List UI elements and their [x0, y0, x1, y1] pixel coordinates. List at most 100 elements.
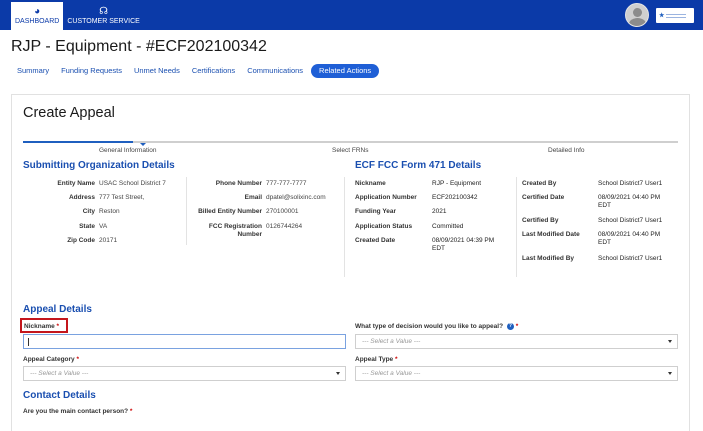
step-general-information: General Information	[99, 147, 157, 154]
appeal-type-select[interactable]: --- Select a Value ---	[355, 366, 678, 381]
org-fcc-registration: FCC Registration 0126744264	[209, 223, 303, 231]
subnav-summary[interactable]: Summary	[11, 64, 55, 78]
nav-tab-dashboard[interactable]: ◕ DASHBOARD	[11, 2, 64, 30]
f471-created-by: Created By	[522, 180, 556, 188]
field-value: dpatel@solixinc.com	[266, 194, 326, 201]
subnav-related-actions[interactable]: Related Actions	[311, 64, 380, 78]
org-city: City Reston	[83, 208, 120, 216]
label-text: What type of decision would you like to …	[355, 323, 504, 331]
field-key: Created By	[522, 180, 557, 187]
panel-title: Create Appeal	[23, 105, 115, 121]
field-key: Last Modified By	[522, 255, 575, 262]
f471-created-date: Created Date	[355, 237, 395, 245]
field-key: Entity Name	[57, 180, 95, 187]
field-key: Nickname	[355, 180, 386, 187]
chevron-down-icon	[668, 340, 672, 343]
org-entity-name: Entity Name USAC School District 7	[57, 180, 166, 188]
field-key: Address	[68, 194, 95, 201]
required-mark: *	[515, 323, 519, 331]
column-divider	[186, 177, 187, 245]
progress-stepper	[23, 141, 678, 146]
appeal-category-select[interactable]: --- Select a Value ---	[23, 366, 346, 381]
help-icon[interactable]: ?	[506, 323, 514, 330]
f471-certified-by-value: School District7 User1	[598, 217, 663, 224]
field-value: Reston	[99, 208, 120, 215]
field-key: Certified Date	[522, 194, 565, 201]
contact-details-heading: Contact Details	[23, 390, 96, 401]
avatar-head	[633, 8, 642, 17]
f471-nickname: Nickname	[355, 180, 386, 188]
appeal-details-heading: Appeal Details	[23, 304, 92, 315]
decision-type-select[interactable]: --- Select a Value ---	[355, 334, 678, 349]
f471-certified-by: Certified By	[522, 217, 558, 225]
field-key: Funding Year	[355, 208, 397, 215]
page-title: RJP - Equipment - #ECF202100342	[11, 38, 267, 55]
top-bar: ◕ DASHBOARD ☊ CUSTOMER SERVICE ★	[0, 0, 703, 30]
chevron-down-icon	[336, 372, 340, 375]
field-key: Email	[244, 194, 262, 201]
nickname-input[interactable]	[23, 334, 346, 349]
f471-application-number: Application Number	[355, 194, 417, 202]
form471-heading: ECF FCC Form 471 Details	[355, 160, 482, 171]
select-placeholder: --- Select a Value ---	[362, 370, 421, 377]
f471-nickname-value: RJP - Equipment	[432, 180, 482, 187]
nav-tab-customer-service[interactable]: ☊ CUSTOMER SERVICE	[63, 2, 143, 30]
nickname-highlight-box	[20, 318, 68, 333]
org-billed-entity-number: Billed Entity Number 270100001	[198, 208, 299, 216]
step-detailed-info: Detailed Info	[548, 147, 585, 154]
field-key: Billed Entity Number	[198, 208, 262, 215]
logo-lines	[666, 12, 687, 20]
f471-last-modified-date-value-tz: EDT	[598, 239, 611, 246]
field-key: City	[82, 208, 95, 215]
appeal-category-label: Appeal Category *	[23, 356, 79, 363]
field-value: USAC School District 7	[99, 180, 166, 187]
main-contact-label: Are you the main contact person? *	[23, 408, 132, 415]
user-avatar[interactable]	[625, 3, 649, 27]
page: RJP - Equipment - #ECF202100342 Summary …	[0, 30, 703, 431]
nav-tab-label: DASHBOARD	[15, 18, 60, 25]
create-appeal-panel: Create Appeal General Information Select…	[11, 94, 690, 431]
f471-last-modified-date-value: 08/09/2021 04:40 PM	[598, 231, 661, 238]
subnav-communications[interactable]: Communications	[241, 64, 309, 78]
select-placeholder: --- Select a Value ---	[30, 370, 89, 377]
usac-logo: ★	[656, 8, 694, 23]
org-phone: Phone Number 777-777-7777	[216, 180, 307, 188]
label-text: Appeal Category	[23, 356, 75, 363]
f471-last-modified-date: Last Modified Date	[522, 231, 580, 239]
subnav-certifications[interactable]: Certifications	[186, 64, 241, 78]
field-value: 0126744264	[266, 223, 303, 230]
org-zip-code: Zip Code 20171	[67, 237, 118, 245]
appeal-type-label: Appeal Type *	[355, 356, 398, 363]
stepper-caret-icon	[140, 143, 146, 146]
gauge-icon: ◕	[34, 6, 41, 17]
step-select-frns: Select FRNs	[332, 147, 369, 154]
column-divider	[516, 177, 517, 277]
required-mark: *	[76, 356, 79, 363]
subnav-unmet-needs[interactable]: Unmet Needs	[128, 64, 186, 78]
field-key: Phone Number	[215, 180, 262, 187]
label-text: Appeal Type	[355, 356, 394, 363]
field-value: 270100001	[266, 208, 299, 215]
sub-nav: Summary Funding Requests Unmet Needs Cer…	[11, 64, 380, 78]
field-key: Application Status	[355, 223, 413, 230]
f471-certified-date-value-tz: EDT	[598, 202, 611, 209]
chevron-down-icon	[668, 372, 672, 375]
f471-created-date-value-tz: EDT	[432, 245, 445, 252]
field-key: State	[79, 223, 95, 230]
f471-created-date-value: 08/09/2021 04:39 PM	[432, 237, 495, 244]
field-key: Created Date	[355, 237, 396, 244]
select-placeholder: --- Select a Value ---	[362, 338, 421, 345]
field-key: Zip Code	[67, 237, 95, 244]
f471-funding-year: Funding Year	[355, 208, 396, 216]
field-value: 20171	[99, 237, 118, 244]
subnav-funding-requests[interactable]: Funding Requests	[55, 64, 128, 78]
f471-certified-date: Certified Date	[522, 194, 564, 202]
f471-application-number-value: ECF202100342	[432, 194, 478, 201]
nav-tab-label: CUSTOMER SERVICE	[67, 18, 140, 25]
avatar-body	[629, 18, 646, 26]
f471-application-status: Application Status	[355, 223, 412, 231]
headset-icon: ☊	[99, 6, 109, 17]
org-state: State VA	[79, 223, 107, 231]
f471-funding-year-value: 2021	[432, 208, 447, 215]
org-email: Email dpatel@solixinc.com	[245, 194, 326, 202]
